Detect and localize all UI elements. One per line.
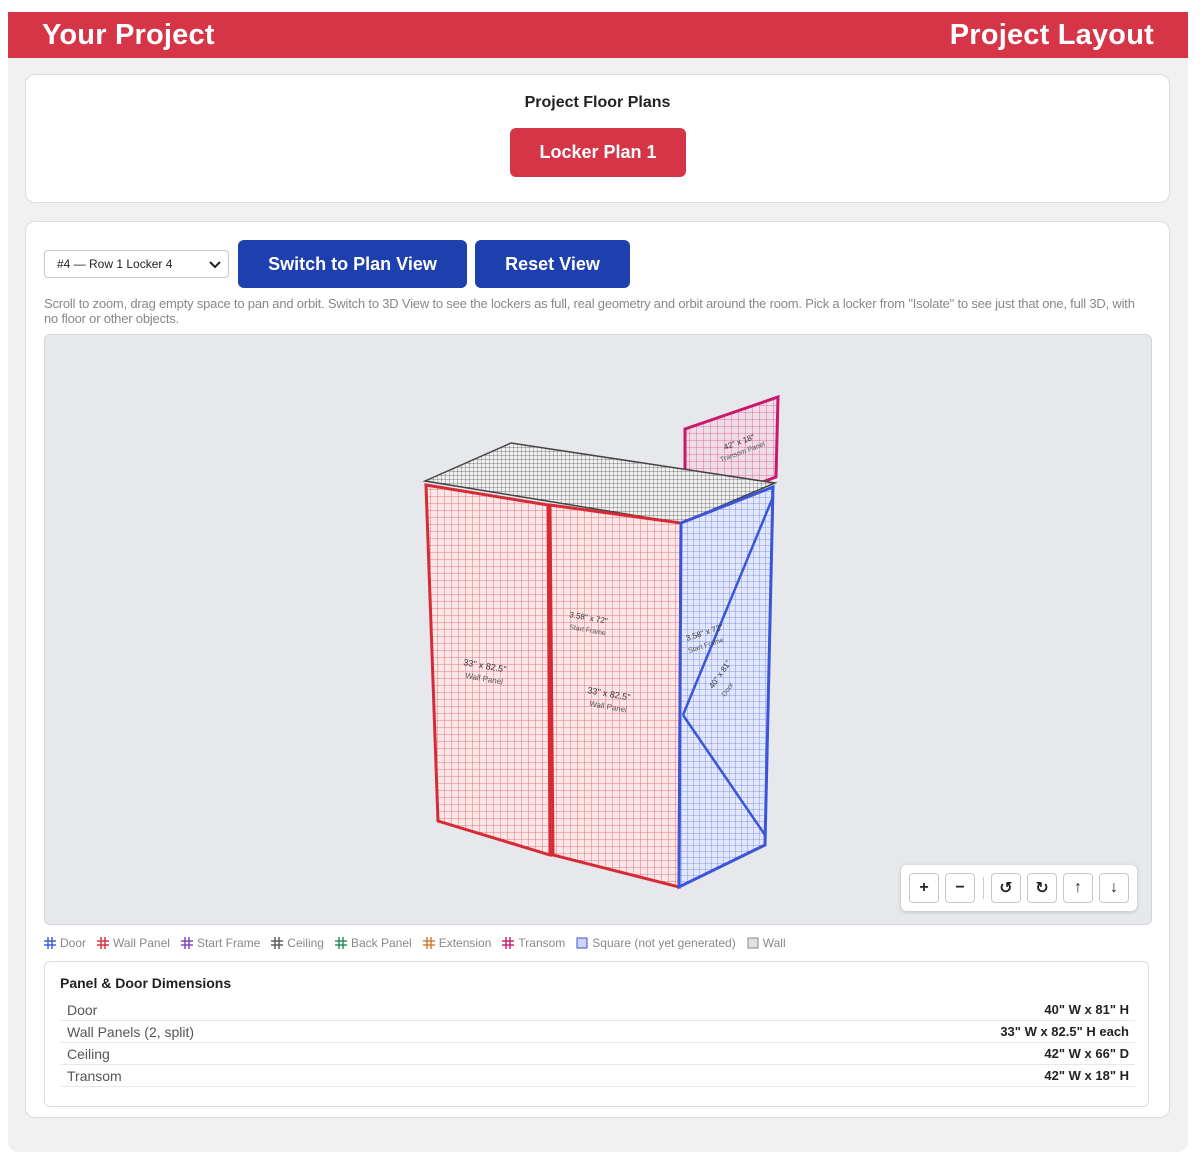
legend-label: Wall Panel xyxy=(113,936,170,950)
legend-item: Extension xyxy=(422,936,492,950)
wall-panel-right[interactable]: 3.58" x 72" Start Frame 33" x 82.5" Wall… xyxy=(548,503,683,889)
legend-label: Wall xyxy=(762,936,786,950)
legend-label: Transom xyxy=(518,936,566,950)
square-icon xyxy=(576,937,588,949)
dimension-label: Ceiling xyxy=(67,1045,110,1062)
grid-icon xyxy=(334,937,347,949)
chevron-down-icon xyxy=(209,261,221,269)
legend-label: Door xyxy=(60,936,87,950)
grid-icon xyxy=(44,937,56,949)
project-title: Your Project xyxy=(42,18,215,51)
locker-3d-render: 42" x 18" Transom Panel 33" x 82.5" Wall… xyxy=(422,394,780,890)
zoom-in-button[interactable]: + xyxy=(909,873,939,903)
legend-label: Square (not yet generated) xyxy=(592,936,736,950)
app-page: Your Project Project Layout Project Floo… xyxy=(8,12,1188,1152)
table-row: Transom 42" W x 18" H xyxy=(61,1065,1135,1087)
legend-item: Back Panel xyxy=(334,936,412,950)
locker-plan-1-button[interactable]: Locker Plan 1 xyxy=(510,128,686,177)
legend-item: Wall xyxy=(747,936,786,950)
legend-label: Extension xyxy=(438,936,492,950)
grid-icon xyxy=(422,937,435,949)
table-row: Door 40" W x 81" H xyxy=(61,999,1135,1021)
legend-item: Ceiling xyxy=(271,936,324,950)
grid-icon xyxy=(271,937,284,949)
rotate-left-button[interactable]: ↺ xyxy=(991,873,1021,903)
legend-item: Start Frame xyxy=(180,936,261,950)
tilt-up-button[interactable]: ↑ xyxy=(1063,873,1093,903)
dimension-value: 42" W x 66" D xyxy=(1044,1046,1129,1061)
zoom-out-button[interactable]: − xyxy=(945,873,975,903)
table-row: Ceiling 42" W x 66" D xyxy=(61,1043,1135,1065)
legend-label: Start Frame xyxy=(196,936,261,950)
dimension-value: 33" W x 82.5" H each xyxy=(1000,1024,1129,1039)
grid-icon xyxy=(180,937,193,949)
3d-viewport[interactable]: 42" x 18" Transom Panel 33" x 82.5" Wall… xyxy=(44,334,1152,925)
viewer-card: #4 — Row 1 Locker 4 Switch to Plan View … xyxy=(25,221,1170,1118)
wall-panel-left[interactable]: 33" x 82.5" Wall Panel xyxy=(424,483,552,858)
tilt-down-button[interactable]: ↓ xyxy=(1099,873,1129,903)
isolate-select-value: #4 — Row 1 Locker 4 xyxy=(57,257,173,271)
switch-to-plan-view-button[interactable]: Switch to Plan View xyxy=(238,240,467,288)
dimension-label: Door xyxy=(67,1001,98,1018)
isolate-select[interactable]: #4 — Row 1 Locker 4 xyxy=(44,250,229,278)
legend-item: Door xyxy=(44,936,86,950)
dimension-label: Transom xyxy=(67,1067,122,1084)
floor-plans-title: Project Floor Plans xyxy=(524,94,671,111)
grid-icon xyxy=(502,937,515,949)
app-header: Your Project Project Layout xyxy=(8,12,1188,58)
dimension-label: Wall Panels (2, split) xyxy=(67,1023,195,1040)
dimensions-title: Panel & Door Dimensions xyxy=(60,975,232,991)
legend-label: Back Panel xyxy=(350,936,412,950)
door-panel[interactable]: 3.58" x 72" Start Frame 40" x 81" Door xyxy=(677,484,775,890)
dimension-value: 42" W x 18" H xyxy=(1044,1068,1129,1083)
legend: Door Wall Panel Start Frame Ceiling Back Pan… xyxy=(44,934,1144,952)
legend-item: Wall Panel xyxy=(97,936,170,950)
floor-plans-card: Project Floor Plans Locker Plan 1 xyxy=(25,74,1170,203)
grid-icon xyxy=(97,937,110,949)
project-layout-title: Project Layout xyxy=(949,18,1154,51)
rotate-right-button[interactable]: ↻ xyxy=(1027,873,1057,903)
viewer-hint-text: Scroll to zoom, drag empty space to pan … xyxy=(44,296,1135,326)
legend-item: Transom xyxy=(502,936,565,950)
reset-view-button[interactable]: Reset View xyxy=(475,240,630,288)
table-row: Wall Panels (2, split) 33" W x 82.5" H e… xyxy=(61,1021,1135,1043)
legend-item: Square (not yet generated) xyxy=(576,936,736,950)
square-icon xyxy=(747,937,759,949)
controls-divider xyxy=(983,877,984,899)
dimension-value: 40" W x 81" H xyxy=(1044,1002,1129,1017)
dimensions-table: Door 40" W x 81" H Wall Panels (2, split… xyxy=(61,999,1135,1087)
legend-label: Ceiling xyxy=(287,936,324,950)
dimensions-panel: Panel & Door Dimensions Door 40" W x 81"… xyxy=(44,961,1149,1107)
view-controls: + − ↺ ↻ ↑ ↓ xyxy=(901,865,1137,911)
